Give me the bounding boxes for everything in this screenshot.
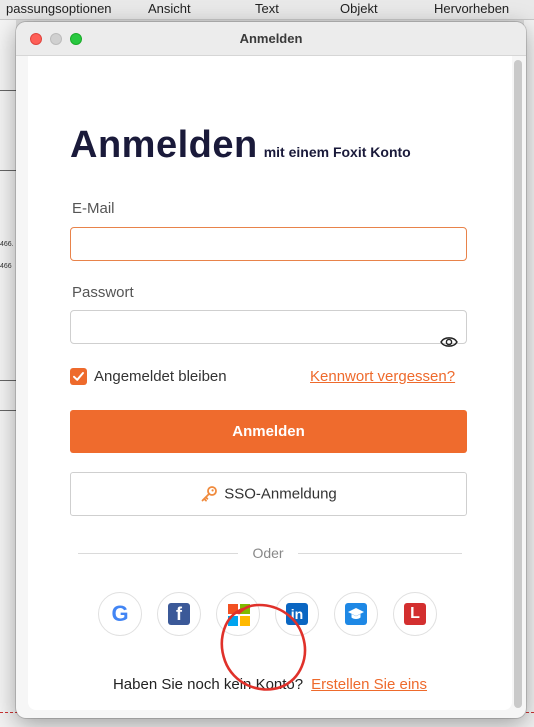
facebook-icon: f bbox=[168, 603, 190, 625]
vertical-scrollbar[interactable] bbox=[514, 60, 522, 708]
google-login-button[interactable]: G bbox=[98, 592, 142, 636]
divider-line-left bbox=[78, 553, 238, 554]
password-label: Passwort bbox=[72, 284, 134, 301]
forgot-password-link[interactable]: Kennwort vergessen? bbox=[310, 368, 455, 385]
email-field[interactable] bbox=[70, 227, 467, 261]
login-panel: Anmelden mit einem Foxit Konto E-Mail Pas… bbox=[28, 56, 512, 710]
divider-or-label: Oder bbox=[248, 545, 288, 561]
remember-me-label[interactable]: Angemeldet bleiben bbox=[94, 368, 227, 385]
key-icon bbox=[201, 486, 218, 502]
heading-title: Anmelden bbox=[70, 124, 258, 166]
red-annotation-circle bbox=[220, 603, 307, 691]
bg-menu-item-passungsoptionen[interactable]: passungsoptionen bbox=[6, 1, 112, 16]
divider-line-right bbox=[298, 553, 462, 554]
bg-number: 466. bbox=[0, 241, 14, 248]
checkmark-icon bbox=[73, 372, 84, 381]
show-password-eye-icon[interactable] bbox=[440, 335, 458, 349]
login-window: Anmelden Anmelden mit einem Foxit Konto E… bbox=[16, 22, 526, 718]
bg-menu-item-text[interactable]: Text bbox=[255, 1, 279, 16]
heading-subtitle: mit einem Foxit Konto bbox=[263, 144, 411, 160]
sso-login-button[interactable]: SSO-Anmeldung bbox=[70, 472, 467, 516]
remember-me-checkbox[interactable] bbox=[70, 368, 87, 385]
window-title: Anmelden bbox=[239, 31, 303, 46]
bg-tick bbox=[0, 380, 16, 381]
facebook-login-button[interactable]: f bbox=[157, 592, 201, 636]
window-titlebar[interactable]: Anmelden bbox=[16, 22, 526, 56]
sign-in-button[interactable]: Anmelden bbox=[70, 410, 467, 453]
create-account-link[interactable]: Erstellen Sie eins bbox=[311, 676, 427, 693]
email-label: E-Mail bbox=[72, 200, 115, 217]
education-login-button[interactable] bbox=[334, 592, 378, 636]
background-document-left: 466. 466 bbox=[0, 20, 16, 727]
bg-tick bbox=[0, 90, 16, 91]
bg-tick bbox=[0, 410, 16, 411]
graduation-cap-icon bbox=[345, 603, 367, 625]
bg-menu-item-hervorheben[interactable]: Hervorheben bbox=[434, 1, 509, 16]
letter-l-icon: L bbox=[404, 603, 426, 625]
bg-menu-item-objekt[interactable]: Objekt bbox=[340, 1, 378, 16]
password-field[interactable] bbox=[70, 310, 467, 344]
google-icon: G bbox=[111, 601, 129, 626]
sso-login-label: SSO-Anmeldung bbox=[224, 485, 337, 503]
bg-menu-item-ansicht[interactable]: Ansicht bbox=[148, 1, 191, 16]
bg-number: 466 bbox=[0, 263, 12, 270]
bg-tick bbox=[0, 170, 16, 171]
background-menubar: passungsoptionen Ansicht Text Objekt Her… bbox=[0, 0, 534, 20]
l-provider-login-button[interactable]: L bbox=[393, 592, 437, 636]
login-heading: Anmelden mit einem Foxit Konto bbox=[70, 124, 411, 167]
